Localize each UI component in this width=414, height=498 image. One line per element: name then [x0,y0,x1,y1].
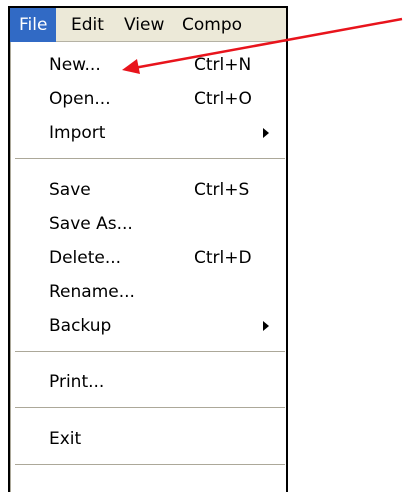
annotation-arrow-icon [122,17,403,74]
arrow-shaft [133,17,403,70]
arrow-head [122,59,140,74]
